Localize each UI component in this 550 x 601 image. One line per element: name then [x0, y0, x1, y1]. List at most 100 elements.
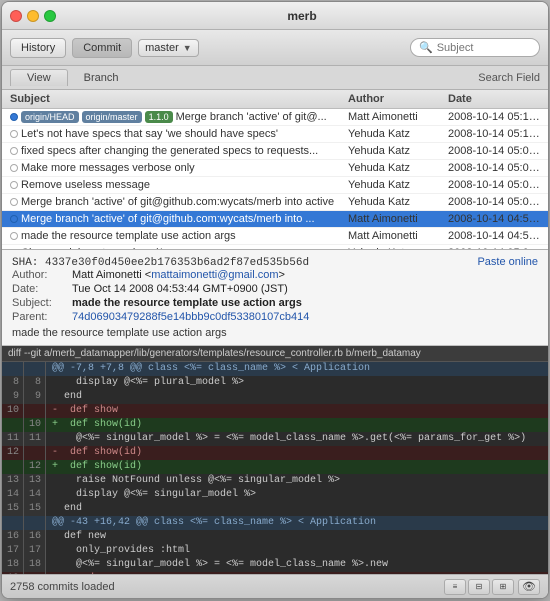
commit-author: Yehuda Katz	[344, 178, 444, 192]
branch-label: master	[145, 42, 179, 54]
commit-row[interactable]: Merge branch 'active' of git@github.com:…	[2, 194, 548, 211]
commit-date: 2008-10-14 05:07:21	[444, 144, 544, 158]
diff-line-content: raise NotFound unless @<%= singular_mode…	[46, 474, 548, 488]
search-input[interactable]	[437, 42, 531, 54]
col-author: Author	[344, 92, 444, 106]
diff-line-content: display @<%= singular_model %>	[46, 488, 548, 502]
diff-line-content: @<%= singular_model %> = <%= model_class…	[46, 432, 548, 446]
main-window: merb History Commit master ▼ 🔍 View Bran…	[1, 1, 549, 599]
zoom-button[interactable]	[44, 10, 56, 22]
diff-line-num-old: 15	[2, 502, 24, 516]
diff-line: 1616 def new	[2, 530, 548, 544]
commit-author: Matt Aimonetti	[344, 110, 444, 124]
diff-line-content: @@ -7,8 +7,8 @@ class <%= class_name %> …	[46, 362, 548, 376]
diff-line-num-new: 10	[24, 418, 46, 432]
diff-header: diff --git a/merb_datamapper/lib/generat…	[2, 346, 548, 362]
commit-dot	[10, 232, 18, 240]
commit-row[interactable]: Let's not have specs that say 'we should…	[2, 126, 548, 143]
diff-line-num-new: 18	[24, 558, 46, 572]
list-view-button[interactable]: ≡	[444, 579, 466, 595]
paste-online-link[interactable]: Paste online	[477, 256, 538, 268]
commit-subject-text: Merge branch 'active' of git@...	[176, 111, 327, 123]
diff-line-num-new	[24, 446, 46, 460]
commit-date: 2008-10-14 04:54:40	[444, 212, 544, 226]
minimize-button[interactable]	[27, 10, 39, 22]
commit-date: 2008-10-14 04:53:44	[444, 229, 544, 243]
traffic-lights	[10, 10, 56, 22]
author-value: Matt Aimonetti <mattaimonetti@gmail.com>	[72, 269, 538, 281]
diff-lines-container: @@ -7,8 +7,8 @@ class <%= class_name %> …	[2, 362, 548, 574]
diff-line: 1111 @<%= singular_model %> = <%= model_…	[2, 432, 548, 446]
commit-date: 2008-10-14 05:07:21	[444, 161, 544, 175]
diff-content[interactable]: @@ -7,8 +7,8 @@ class <%= class_name %> …	[2, 362, 548, 574]
commit-dot	[10, 113, 18, 121]
split-view-button[interactable]: ⊟	[468, 579, 490, 595]
diff-line-num-new: 9	[24, 390, 46, 404]
commit-row[interactable]: fixed specs after changing the generated…	[2, 143, 548, 160]
diff-line-num-old: 10	[2, 404, 24, 418]
badge-origin-master: origin/master	[82, 111, 142, 123]
search-icon: 🔍	[419, 41, 433, 54]
parent-label: Parent:	[12, 311, 72, 323]
diff-line-num-old	[2, 460, 24, 474]
commit-list-header: Subject Author Date	[2, 90, 548, 109]
diff-line-content: + def show(id)	[46, 460, 548, 474]
commit-dot	[10, 147, 18, 155]
history-button[interactable]: History	[10, 38, 66, 58]
close-button[interactable]	[10, 10, 22, 22]
diff-area: diff --git a/merb_datamapper/lib/generat…	[2, 346, 548, 574]
commit-row[interactable]: Merge branch 'active' of git@github.com:…	[2, 211, 548, 228]
diff-line-num-old: 18	[2, 558, 24, 572]
diff-line: 1818 @<%= singular_model %> = <%= model_…	[2, 558, 548, 572]
diff-line-num-old	[2, 418, 24, 432]
grid-view-button[interactable]: ⊞	[492, 579, 514, 595]
sha-value: SHA: 4337e30f0d450ee2b176353b6ad2f87ed53…	[12, 257, 309, 269]
status-bar: 2758 commits loaded ≡ ⊟ ⊞ 👁	[2, 574, 548, 598]
search-box: 🔍	[410, 38, 540, 57]
commit-button[interactable]: Commit	[72, 38, 132, 58]
diff-line: @@ -7,8 +7,8 @@ class <%= class_name %> …	[2, 362, 548, 376]
commit-subject-text: made the resource template use action ar…	[21, 230, 236, 242]
search-field-label: Search Field	[478, 72, 540, 84]
commit-subject-text: Merge branch 'active' of git@github.com:…	[21, 213, 315, 225]
diff-line: @@ -43 +16,42 @@ class <%= class_name %>…	[2, 516, 548, 530]
diff-line-num-old	[2, 516, 24, 530]
diff-line-num-new: 16	[24, 530, 46, 544]
diff-line-num-old: 13	[2, 474, 24, 488]
commit-author: Yehuda Katz	[344, 144, 444, 158]
author-email-link[interactable]: mattaimonetti@gmail.com	[151, 269, 278, 281]
eye-button[interactable]: 👁	[518, 579, 540, 595]
commit-row[interactable]: made the resource template use action ar…	[2, 228, 548, 245]
commit-subject-text: Remove useless message	[21, 179, 150, 191]
diff-line: 1515 end	[2, 502, 548, 516]
diff-line: 10+ def show(id)	[2, 418, 548, 432]
tab-branch[interactable]: Branch	[68, 70, 135, 86]
window-title: merb	[64, 9, 540, 23]
diff-line-content: end	[46, 390, 548, 404]
tab-view[interactable]: View	[10, 69, 68, 86]
commit-rows-container: origin/HEADorigin/master1.1.0Merge branc…	[2, 109, 548, 250]
commit-dot	[10, 181, 18, 189]
subject-value: made the resource template use action ar…	[72, 297, 538, 309]
commit-row[interactable]: Remove useless messageYehuda Katz2008-10…	[2, 177, 548, 194]
commit-author: Matt Aimonetti	[344, 229, 444, 243]
commit-row[interactable]: Make more messages verbose onlyYehuda Ka…	[2, 160, 548, 177]
diff-line-content: - def show	[46, 404, 548, 418]
diff-line: 88 display @<%= plural_model %>	[2, 376, 548, 390]
parent-link[interactable]: 74d06903479288f5e14bbb9c0df53380107cb414	[72, 311, 309, 323]
commit-subject-text: Merge branch 'active' of git@github.com:…	[21, 196, 334, 208]
commit-row[interactable]: origin/HEADorigin/master1.1.0Merge branc…	[2, 109, 548, 126]
chevron-down-icon: ▼	[183, 43, 192, 53]
diff-line-num-new: 12	[24, 460, 46, 474]
commit-list: Subject Author Date origin/HEADorigin/ma…	[2, 90, 548, 250]
date-value: Tue Oct 14 2008 04:53:44 GMT+0900 (JST)	[72, 283, 538, 295]
diff-line-num-new	[24, 404, 46, 418]
diff-line-content: display @<%= plural_model %>	[46, 376, 548, 390]
diff-line-content: only_provides :html	[46, 544, 548, 558]
diff-line-num-new	[24, 516, 46, 530]
diff-line: 1717 only_provides :html	[2, 544, 548, 558]
diff-line-num-new: 11	[24, 432, 46, 446]
titlebar: merb	[2, 2, 548, 30]
commit-dot	[10, 215, 18, 223]
branch-selector[interactable]: master ▼	[138, 39, 199, 57]
